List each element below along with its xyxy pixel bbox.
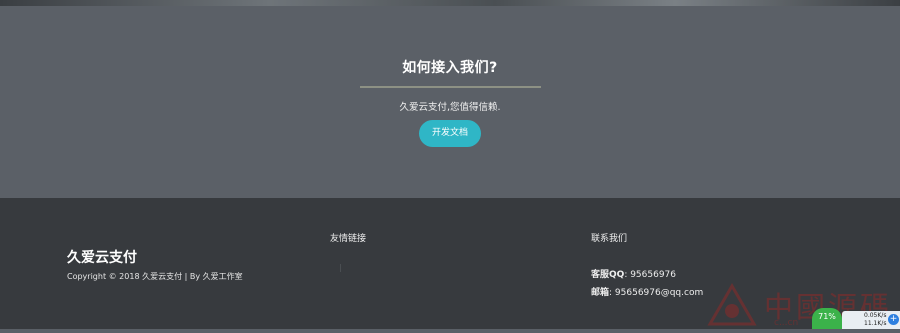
footer-brand: 久爱云支付	[67, 250, 137, 266]
friend-links-divider	[340, 264, 341, 272]
contact-qq: 客服QQ: 95656976	[591, 267, 676, 280]
cta-description: 久爱云支付,您值得信赖.	[399, 102, 501, 113]
contact-heading: 联系我们	[591, 234, 628, 244]
contact-email: 邮箱: 95656976@qq.com	[591, 285, 703, 298]
speed-panel: 0.05K/s 11.1K/s +	[842, 311, 900, 329]
cta-title: 如何接入我们?	[402, 60, 498, 76]
qq-label: 客服QQ	[591, 270, 625, 280]
upload-speed: 0.05K/s	[864, 312, 887, 319]
network-speed-widget[interactable]: 71% 0.05K/s 11.1K/s +	[812, 308, 900, 329]
email-value: : 95656976@qq.com	[609, 288, 704, 298]
watermark-domain: c...cn	[774, 318, 799, 328]
footer-copyright: Copyright © 2018 久爱云支付 | By 久爱工作室	[67, 272, 243, 281]
cta-section: 如何接入我们? 久爱云支付,您值得信赖. 开发文档	[0, 6, 900, 198]
docs-button[interactable]: 开发文档	[419, 120, 481, 147]
plus-icon[interactable]: +	[888, 314, 899, 325]
speed-gauge: 71%	[812, 308, 842, 329]
qq-value: : 95656976	[624, 270, 677, 280]
friend-links-heading: 友情链接	[330, 234, 367, 244]
cta-divider	[360, 86, 541, 88]
download-speed: 11.1K/s	[864, 320, 887, 327]
email-label: 邮箱	[591, 288, 610, 298]
watermark-emblem-icon	[707, 283, 757, 326]
